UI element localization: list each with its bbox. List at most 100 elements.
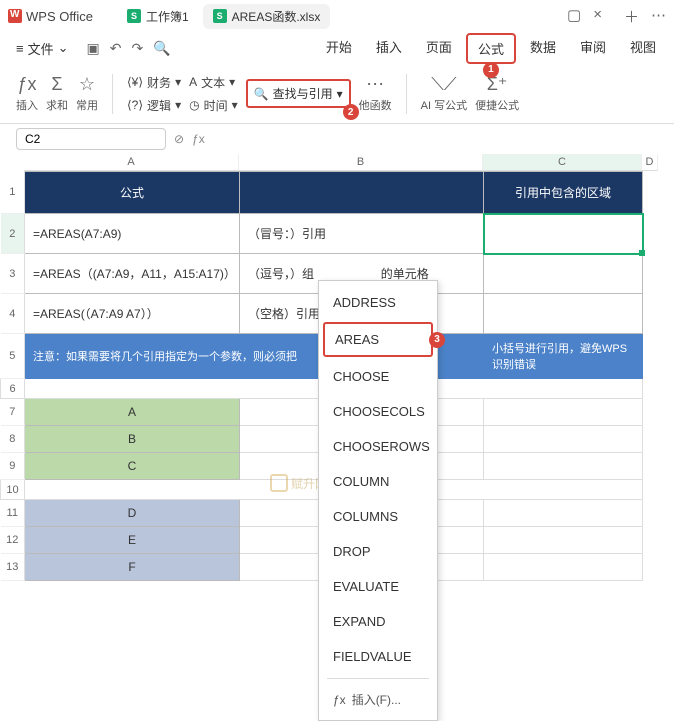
- logic-button[interactable]: ⟨?⟩逻辑▾: [127, 97, 181, 114]
- dropdown-item-column[interactable]: COLUMN: [319, 464, 437, 499]
- text-button[interactable]: A文本▾: [189, 74, 238, 91]
- tab-review[interactable]: 审阅: [570, 33, 616, 64]
- name-box[interactable]: [16, 128, 166, 150]
- quick-formula-button[interactable]: Σ⁺便捷公式: [475, 74, 519, 113]
- undo-icon[interactable]: ↶: [110, 40, 122, 57]
- col-header-d[interactable]: D: [642, 154, 658, 171]
- row-header[interactable]: 4: [1, 294, 25, 334]
- dropdown-item-evaluate[interactable]: EVALUATE: [319, 569, 437, 604]
- title-bar: WPS Office S 工作簿1 S AREAS函数.xlsx ▢ × ＋ ⋯: [0, 0, 674, 32]
- row-header[interactable]: 6: [1, 379, 25, 399]
- header-cell[interactable]: 公式: [25, 172, 240, 214]
- col-header-b[interactable]: B: [239, 154, 483, 171]
- minimize-icon[interactable]: ▢: [567, 6, 581, 27]
- sheet-icon: S: [127, 9, 141, 23]
- cancel-icon[interactable]: ⊘: [174, 132, 184, 146]
- dropdown-insert-more[interactable]: ƒx插入(F)...: [319, 683, 437, 716]
- cell[interactable]: [484, 453, 643, 480]
- ribbon-group-2: ⟨¥⟩财务▾ ⟨?⟩逻辑▾: [127, 74, 181, 114]
- dropdown-item-expand[interactable]: EXPAND: [319, 604, 437, 639]
- row-header[interactable]: 12: [1, 527, 25, 554]
- file-menu[interactable]: ≡ 文件 ⌄: [8, 35, 77, 62]
- col-header-a[interactable]: A: [24, 154, 239, 171]
- dropdown-item-columns[interactable]: COLUMNS: [319, 499, 437, 534]
- dropdown-item-choosecols[interactable]: CHOOSECOLS: [319, 394, 437, 429]
- other-fn-button[interactable]: ⋯他函数: [359, 74, 392, 113]
- row-header[interactable]: 7: [1, 399, 25, 426]
- tab-data[interactable]: 数据: [520, 33, 566, 64]
- dropdown-item-drop[interactable]: DROP: [319, 534, 437, 569]
- row-header[interactable]: 11: [1, 500, 25, 527]
- header-cell[interactable]: 引用中包含的区域: [484, 172, 643, 214]
- fx-icon[interactable]: ƒx: [192, 132, 205, 146]
- callout-2: 2: [343, 104, 359, 120]
- chevron-down-icon: ⌄: [58, 40, 69, 56]
- note-cell[interactable]: 小括号进行引用，避免WPS识别错误: [484, 334, 643, 379]
- col-header-c[interactable]: C: [483, 154, 642, 171]
- cell[interactable]: （冒号：）引用: [240, 214, 484, 254]
- cell[interactable]: =AREAS(A7:A9): [25, 214, 240, 254]
- cell[interactable]: =AREAS(（A7:A9 A7））: [25, 294, 240, 334]
- selected-cell[interactable]: [484, 214, 643, 254]
- tab-formula[interactable]: 公式 1: [466, 33, 516, 64]
- dropdown-item-areas[interactable]: AREAS 3: [323, 322, 433, 357]
- time-button[interactable]: ◷时间▾: [189, 97, 238, 114]
- new-tab-icon[interactable]: ＋: [624, 6, 639, 27]
- chevron-down-icon: ▾: [175, 75, 181, 89]
- cell[interactable]: B: [25, 426, 240, 453]
- header-cell[interactable]: [240, 172, 484, 214]
- more-icon[interactable]: ⋯: [651, 6, 666, 27]
- tab-start[interactable]: 开始: [316, 33, 362, 64]
- row-header[interactable]: 3: [1, 254, 25, 294]
- row-header[interactable]: 9: [1, 453, 25, 480]
- file-tab-workbook1[interactable]: S 工作簿1: [117, 4, 199, 29]
- search-icon[interactable]: 🔍: [153, 40, 170, 57]
- cell[interactable]: [484, 294, 643, 334]
- cell[interactable]: D: [25, 500, 240, 527]
- separator: [112, 74, 113, 114]
- row-header[interactable]: 10: [1, 480, 25, 500]
- cell[interactable]: C: [25, 453, 240, 480]
- cell[interactable]: =AREAS（(A7:A9，A11，A15:A17)）: [25, 254, 240, 294]
- cell[interactable]: [484, 527, 643, 554]
- close-icon[interactable]: ×: [593, 6, 602, 27]
- fx-controls: ⊘ ƒx: [174, 132, 205, 146]
- tab-view[interactable]: 视图: [620, 33, 666, 64]
- lookup-ref-button[interactable]: 🔍 查找与引用 ▾ 2: [246, 79, 351, 108]
- redo-icon[interactable]: ↷: [131, 40, 143, 57]
- spreadsheet-grid: A B C D 1 公式 引用中包含的区域 2 =AREAS(A7:A9) （冒…: [0, 154, 674, 581]
- cell[interactable]: [484, 254, 643, 294]
- common-button[interactable]: ☆常用: [76, 74, 98, 113]
- row-header[interactable]: 13: [1, 554, 25, 581]
- dropdown-item-choose[interactable]: CHOOSE: [319, 359, 437, 394]
- cell[interactable]: [484, 554, 643, 581]
- label: 查找与引用: [273, 85, 333, 102]
- ai-formula-button[interactable]: ⟍⟋AI 写公式: [421, 74, 467, 113]
- window-controls: ▢ × ＋ ⋯: [567, 6, 666, 27]
- sum-button[interactable]: Σ求和: [46, 74, 68, 113]
- dropdown-item-fieldvalue[interactable]: FIELDVALUE: [319, 639, 437, 674]
- cell[interactable]: A: [25, 399, 240, 426]
- row-header[interactable]: 2: [1, 214, 25, 254]
- wps-icon: [8, 9, 22, 23]
- dropdown-item-chooserows[interactable]: CHOOSEROWS: [319, 429, 437, 464]
- cell[interactable]: F: [25, 554, 240, 581]
- cell[interactable]: [484, 500, 643, 527]
- cell[interactable]: [484, 399, 643, 426]
- row-header[interactable]: 5: [1, 334, 25, 379]
- cell[interactable]: [484, 426, 643, 453]
- finance-button[interactable]: ⟨¥⟩财务▾: [127, 74, 181, 91]
- dropdown-item-address[interactable]: ADDRESS: [319, 285, 437, 320]
- save-icon[interactable]: ▣: [87, 40, 100, 57]
- search-icon: 🔍: [254, 87, 269, 101]
- row-header[interactable]: 8: [1, 426, 25, 453]
- insert-fn-button[interactable]: ƒx插入: [16, 74, 38, 113]
- row-header[interactable]: 1: [1, 172, 25, 214]
- file-tab-areas[interactable]: S AREAS函数.xlsx: [203, 4, 331, 29]
- cell[interactable]: E: [25, 527, 240, 554]
- tab-insert[interactable]: 插入: [366, 33, 412, 64]
- app-name: WPS Office: [26, 9, 93, 24]
- ai-icon: ⟍⟋: [431, 74, 456, 95]
- ribbon-group-3: A文本▾ ◷时间▾: [189, 74, 238, 114]
- tab-page[interactable]: 页面: [416, 33, 462, 64]
